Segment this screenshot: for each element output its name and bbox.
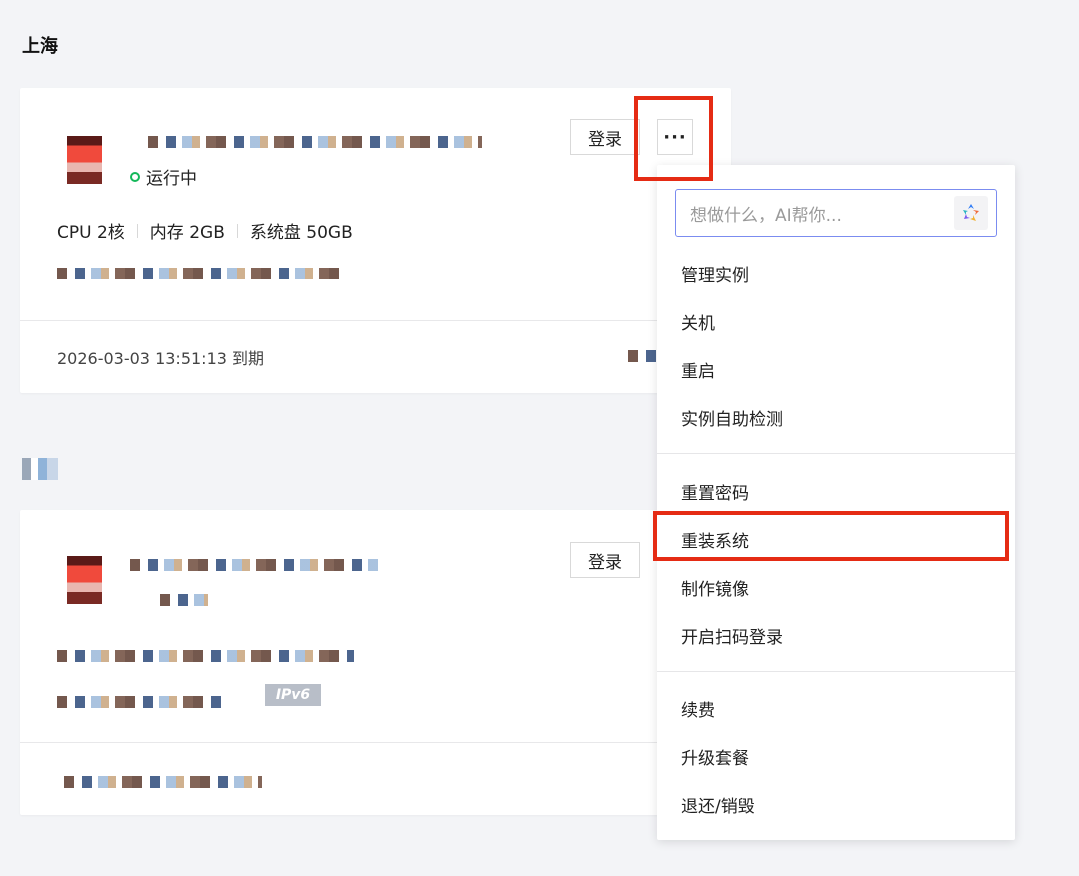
instance-status-redacted — [160, 594, 208, 606]
menu-item-manage-instance[interactable]: 管理实例 — [681, 261, 749, 286]
instance-icon — [67, 136, 102, 184]
spec-memory: 内存 2GB — [149, 223, 225, 243]
region-title: 上海 — [22, 36, 58, 57]
menu-item-upgrade-plan[interactable]: 升级套餐 — [681, 744, 749, 769]
menu-item-create-image[interactable]: 制作镜像 — [681, 575, 749, 600]
ai-search-placeholder: 想做什么，AI帮你... — [690, 205, 842, 226]
login-button[interactable]: 登录 — [570, 119, 640, 155]
menu-item-refund-destroy[interactable]: 退还/销毁 — [681, 792, 755, 817]
instance-name-redacted — [130, 559, 378, 571]
instance-name-redacted — [148, 136, 482, 148]
ipv6-badge: IPv6 — [265, 684, 321, 706]
menu-item-renew[interactable]: 续费 — [681, 696, 715, 721]
instance-card: IPv6 登录 — [20, 510, 731, 815]
instance-specs-redacted — [57, 650, 354, 662]
card-divider — [20, 320, 731, 321]
instance-actions-menu: 想做什么，AI帮你... 管理实例 关机 重启 实例自助检测 重置密码 重装系统… — [657, 165, 1015, 840]
spec-cpu: CPU 2核 — [57, 223, 125, 243]
instance-ip-redacted — [57, 696, 227, 708]
instance-card: 运行中 CPU 2核 内存 2GB 系统盘 50GB 2026-03-03 13… — [20, 88, 731, 393]
menu-item-self-check[interactable]: 实例自助检测 — [681, 405, 783, 430]
spec-divider — [236, 223, 238, 238]
menu-divider — [657, 671, 1015, 672]
instance-ip-redacted — [57, 268, 342, 279]
status-running-icon — [130, 171, 140, 182]
page: 上海 运行中 CPU 2核 内存 2GB 系统盘 50GB 2026-03-03… — [0, 0, 1079, 876]
menu-item-shutdown[interactable]: 关机 — [681, 309, 715, 334]
ai-search-input[interactable]: 想做什么，AI帮你... — [675, 189, 997, 237]
card-divider — [20, 742, 731, 743]
login-button[interactable]: 登录 — [570, 542, 640, 578]
menu-divider — [657, 453, 1015, 454]
region-icon-redacted — [22, 458, 58, 480]
more-actions-button[interactable]: ··· — [657, 119, 693, 155]
spec-disk: 系统盘 50GB — [249, 223, 353, 243]
spec-divider — [136, 223, 138, 238]
menu-item-qr-login[interactable]: 开启扫码登录 — [681, 623, 783, 648]
expire-time: 2026-03-03 13:51:13 到期 — [57, 349, 265, 368]
status-text: 运行中 — [146, 169, 197, 189]
renew-link-redacted — [628, 350, 656, 362]
instance-status: 运行中 — [130, 164, 197, 189]
ai-assistant-icon[interactable] — [954, 196, 988, 230]
menu-item-restart[interactable]: 重启 — [681, 357, 715, 382]
menu-item-reinstall-system[interactable]: 重装系统 — [681, 527, 749, 552]
instance-specs: CPU 2核 内存 2GB 系统盘 50GB — [57, 218, 353, 243]
instance-icon — [67, 556, 102, 604]
expire-time-redacted — [64, 776, 262, 788]
menu-item-reset-password[interactable]: 重置密码 — [681, 479, 749, 504]
